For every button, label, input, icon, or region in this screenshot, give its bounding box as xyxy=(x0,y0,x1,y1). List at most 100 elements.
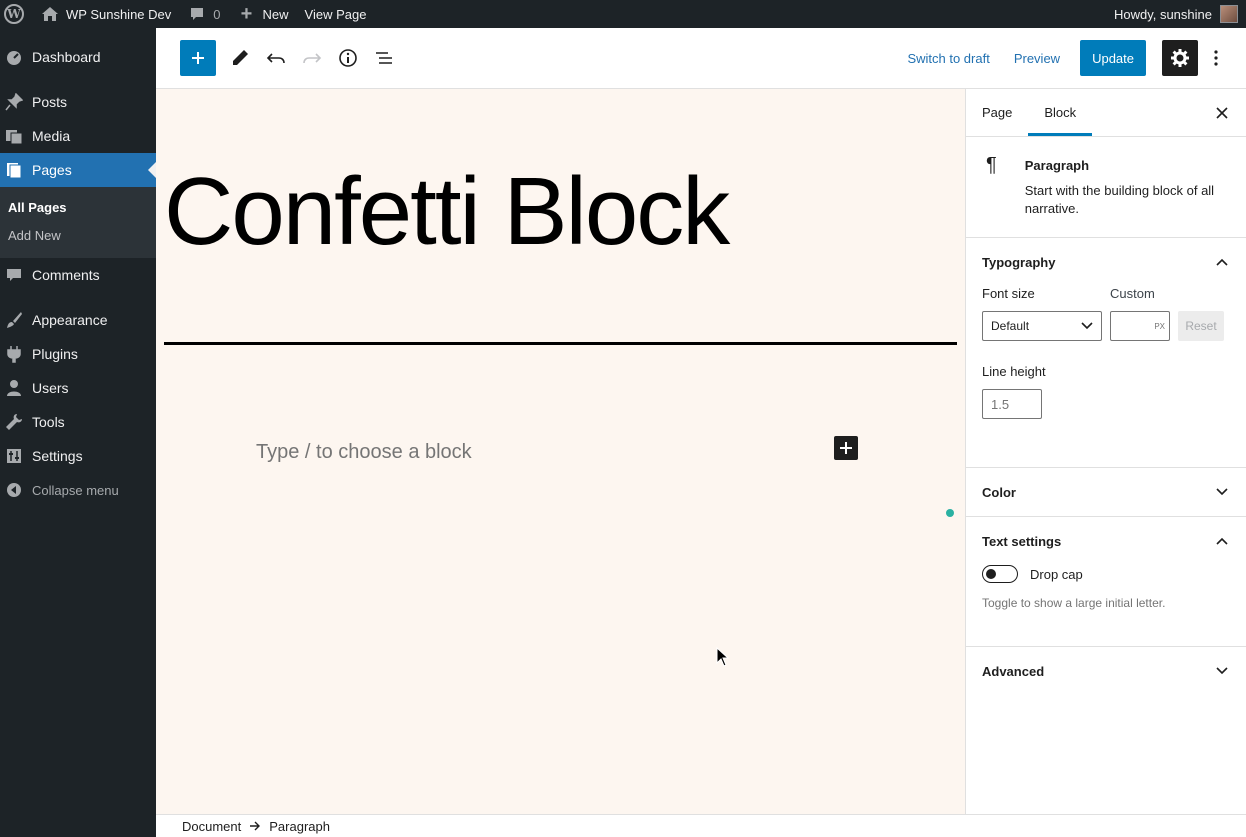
avatar xyxy=(1220,5,1238,23)
tab-page[interactable]: Page xyxy=(966,89,1028,136)
sidebar-item-label: Dashboard xyxy=(32,49,101,65)
arrow-right-icon xyxy=(249,819,261,834)
collapse-arrow-icon xyxy=(4,480,24,500)
plus-icon: + xyxy=(240,2,253,25)
sidebar-item-posts[interactable]: Posts xyxy=(0,85,156,119)
list-view-icon xyxy=(376,52,392,64)
update-button[interactable]: Update xyxy=(1080,40,1146,76)
close-icon xyxy=(1216,107,1228,119)
account-menu[interactable]: Howdy, sunshine xyxy=(1114,5,1246,23)
sidebar-item-users[interactable]: Users xyxy=(0,371,156,405)
collapse-menu-label: Collapse menu xyxy=(32,482,119,498)
color-toggle[interactable]: Color xyxy=(982,468,1230,516)
sidebar-item-label: Settings xyxy=(32,448,83,464)
settings-sidebar: Page Block ¶ Paragraph Start with the bu… xyxy=(965,89,1246,814)
comments-link[interactable]: 0 xyxy=(179,0,228,28)
sidebar-tabs: Page Block xyxy=(966,89,1246,137)
drop-cap-toggle[interactable] xyxy=(982,565,1018,583)
gear-icon xyxy=(1171,49,1189,67)
sidebar-item-dashboard[interactable]: Dashboard xyxy=(0,40,156,74)
plus-icon xyxy=(192,52,204,64)
details-button[interactable] xyxy=(330,40,366,76)
wp-logo-menu[interactable]: W xyxy=(0,0,32,28)
chevron-down-icon xyxy=(1214,484,1230,500)
close-settings-button[interactable] xyxy=(1212,103,1232,123)
reset-font-size-button[interactable]: Reset xyxy=(1178,311,1224,341)
block-inserter-button[interactable] xyxy=(180,40,216,76)
undo-button[interactable] xyxy=(258,40,294,76)
settings-toggle-button[interactable] xyxy=(1162,40,1198,76)
sidebar-item-label: Plugins xyxy=(32,346,78,362)
editor-canvas[interactable]: Confetti Block Type / to choose a block xyxy=(156,89,965,814)
undo-icon xyxy=(266,53,285,64)
submenu-add-new[interactable]: Add New xyxy=(0,222,156,250)
options-button[interactable] xyxy=(1202,40,1230,76)
font-size-label: Font size xyxy=(982,286,1035,301)
custom-font-size-input[interactable]: PX xyxy=(1110,311,1170,341)
text-settings-title: Text settings xyxy=(982,533,1062,549)
plus-icon xyxy=(840,442,852,454)
typography-panel: Typography Font size Default Custom PX R… xyxy=(966,238,1246,468)
sidebar-item-comments[interactable]: Comments xyxy=(0,258,156,292)
typography-toggle[interactable]: Typography xyxy=(982,238,1230,286)
pin-icon xyxy=(4,92,24,112)
font-size-select[interactable]: Default xyxy=(982,311,1102,341)
howdy-text: Howdy, sunshine xyxy=(1113,6,1212,22)
sidebar-item-plugins[interactable]: Plugins xyxy=(0,337,156,371)
drop-cap-help: Toggle to show a large initial letter. xyxy=(982,596,1166,610)
separator-block[interactable] xyxy=(164,342,957,345)
media-icon xyxy=(4,126,24,146)
preview-button[interactable]: Preview xyxy=(1002,40,1072,76)
advanced-panel: Advanced xyxy=(966,647,1246,695)
admin-sidebar: Dashboard Posts Media Pages All Pages Ad… xyxy=(0,28,156,837)
page-title[interactable]: Confetti Block xyxy=(164,159,730,265)
sidebar-item-label: Users xyxy=(32,380,69,396)
chevron-up-icon xyxy=(1214,254,1230,270)
breadcrumb: Document Paragraph xyxy=(156,814,1246,837)
sidebar-item-label: Comments xyxy=(32,267,100,283)
view-page-link[interactable]: View Page xyxy=(297,0,375,28)
new-content-link[interactable]: + New xyxy=(229,0,297,28)
pencil-icon xyxy=(233,50,248,65)
breadcrumb-paragraph[interactable]: Paragraph xyxy=(269,819,330,834)
admin-bar: W WP Sunshine Dev 0 + New View Page Howd… xyxy=(0,0,1246,28)
confetti-dot xyxy=(946,509,954,517)
line-height-input[interactable]: 1.5 xyxy=(982,389,1042,419)
drop-cap-row: Drop cap xyxy=(982,565,1230,583)
inline-inserter-button[interactable] xyxy=(834,436,858,460)
text-settings-toggle[interactable]: Text settings xyxy=(982,517,1230,565)
mouse-cursor-icon xyxy=(716,646,730,670)
brush-icon xyxy=(4,310,24,330)
drop-cap-label: Drop cap xyxy=(1030,566,1083,582)
sidebar-item-tools[interactable]: Tools xyxy=(0,405,156,439)
list-view-button[interactable] xyxy=(366,40,402,76)
submenu-all-pages[interactable]: All Pages xyxy=(0,194,156,222)
tab-block[interactable]: Block xyxy=(1028,89,1092,136)
redo-button[interactable] xyxy=(294,40,330,76)
block-placeholder[interactable]: Type / to choose a block xyxy=(256,441,472,464)
sidebar-item-media[interactable]: Media xyxy=(0,119,156,153)
breadcrumb-document[interactable]: Document xyxy=(182,819,241,834)
sidebar-item-appearance[interactable]: Appearance xyxy=(0,303,156,337)
comment-bubble-icon xyxy=(187,4,207,24)
sidebar-item-label: Tools xyxy=(32,414,65,430)
switch-to-draft-button[interactable]: Switch to draft xyxy=(895,40,1001,76)
header-actions: Switch to draft Preview Update xyxy=(895,28,1246,89)
advanced-title: Advanced xyxy=(982,663,1045,679)
user-icon xyxy=(4,378,24,398)
sidebar-item-pages[interactable]: Pages xyxy=(0,153,156,187)
advanced-toggle[interactable]: Advanced xyxy=(982,647,1230,695)
more-vertical-icon xyxy=(1214,50,1218,66)
sidebar-item-settings[interactable]: Settings xyxy=(0,439,156,473)
redo-icon xyxy=(303,53,322,64)
block-card: ¶ Paragraph Start with the building bloc… xyxy=(966,137,1246,238)
collapse-menu-button[interactable]: Collapse menu xyxy=(0,473,156,507)
unit-label: PX xyxy=(1154,321,1165,331)
tools-button[interactable] xyxy=(222,40,258,76)
new-label: New xyxy=(262,6,289,22)
site-name-link[interactable]: WP Sunshine Dev xyxy=(32,0,179,28)
pages-submenu: All Pages Add New xyxy=(0,187,156,258)
font-size-row: Font size Default Custom PX Reset xyxy=(982,286,1230,341)
pages-icon xyxy=(4,160,24,180)
sidebar-item-label: Pages xyxy=(32,162,72,178)
